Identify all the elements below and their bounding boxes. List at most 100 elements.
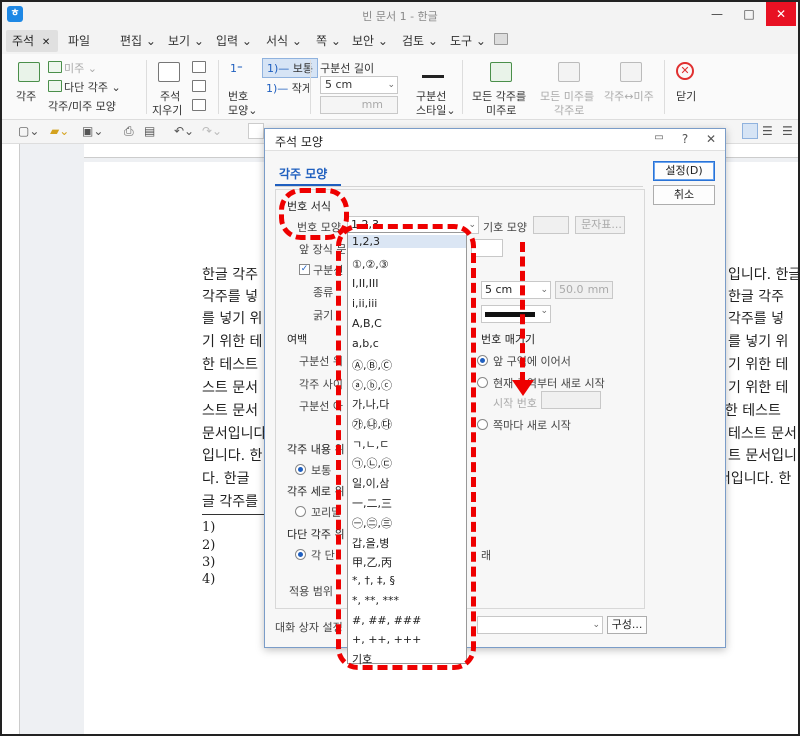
doc-line-4[interactable]: 기 위한 테 [202, 331, 262, 351]
comment-small-icon-3[interactable] [192, 99, 206, 111]
maximize-button[interactable]: □ [734, 2, 764, 26]
sep-style-bottom[interactable]: 스타일⌄ [416, 102, 456, 118]
length-mm-input[interactable]: 50.0 mm [555, 281, 613, 299]
tab-close-icon[interactable]: ✕ [42, 37, 50, 48]
doc-right-1[interactable]: 입니다. 한글 [728, 264, 798, 284]
style-box[interactable] [248, 123, 264, 139]
multi-each-column-radio[interactable] [295, 549, 306, 560]
new-doc-icon[interactable]: ▢⌄ [18, 124, 39, 138]
delete-comment-bottom[interactable]: 지우기 [152, 102, 182, 118]
close-ribbon-icon: ✕ [676, 62, 694, 80]
numbering-restart-page-label: 쪽마다 새로 시작 [493, 419, 571, 432]
doc-right-3[interactable]: 각주를 넣 [728, 308, 798, 328]
tab-annotation[interactable]: 주석 ✕ [6, 30, 58, 52]
save-icon[interactable]: ▣⌄ [82, 124, 103, 138]
footnote-1[interactable]: 1) [202, 520, 215, 535]
doc-line-9[interactable]: 입니다. 한 [202, 445, 262, 465]
comment-small-icon-1[interactable] [192, 61, 206, 73]
footnote-button[interactable]: 각주 [16, 88, 36, 104]
dialog-help-button[interactable]: ? [677, 132, 693, 146]
content-normal-label: 보통 [311, 464, 332, 477]
all-endnote-to-footnote-bottom[interactable]: 각주로 [554, 102, 584, 118]
doc-right-9[interactable]: 트 문서입니 [728, 445, 798, 465]
menu-insert[interactable]: 입력 ⌄ [216, 32, 252, 50]
doc-line-11[interactable]: 글 각주를 [202, 491, 258, 511]
chevron-down-icon: ⌄ [387, 80, 395, 90]
doc-line-6[interactable]: 스트 문서 [202, 377, 258, 397]
menu-view[interactable]: 보기 ⌄ [168, 32, 204, 50]
doc-line-3[interactable]: 를 넣기 위 [202, 308, 262, 328]
vertical-bottom-radio[interactable] [295, 506, 306, 517]
dialog-settings-icon[interactable]: ▭ [651, 132, 667, 143]
content-normal-radio[interactable] [295, 464, 306, 475]
doc-line-8[interactable]: 문서입니다 [202, 423, 266, 443]
note-shape-button[interactable]: 각주/미주 모양 [48, 98, 116, 114]
close-ribbon-button[interactable]: 닫기 [676, 88, 696, 104]
kind-label: 종류 [313, 286, 334, 299]
menu-edit[interactable]: 편집 ⌄ [120, 32, 156, 50]
doc-line-1[interactable]: 한글 각주 [202, 264, 258, 284]
align-justify-icon[interactable] [742, 123, 758, 139]
char-map-button[interactable]: 문자표... [575, 216, 625, 234]
minimize-button[interactable]: — [702, 2, 732, 26]
dialog-title-bar[interactable]: 주석 모양 ▭ ? ✕ [265, 129, 725, 151]
endnote-button[interactable]: 미주 ⌄ [64, 60, 97, 76]
menu-format[interactable]: 서식 ⌄ [266, 32, 302, 50]
undo-icon[interactable]: ↶⌄ [174, 124, 194, 138]
tab-footnote-shape[interactable]: 각주 모양 [279, 165, 327, 182]
doc-right-4[interactable]: 를 넣기 위 [728, 331, 798, 351]
symbol-shape-input[interactable] [533, 216, 569, 234]
compose-button[interactable]: 구성... [607, 616, 647, 634]
numbering-continue-radio[interactable] [477, 355, 488, 366]
multi-footnote-button[interactable]: 다단 각주 ⌄ [64, 79, 121, 95]
ok-button[interactable]: 설정(D) [653, 161, 715, 181]
size-small-button[interactable]: 1)— 작게 [266, 80, 312, 96]
menu-tools[interactable]: 도구 ⌄ [450, 32, 486, 50]
dialog-settings-select[interactable]: ⌄ [477, 616, 603, 634]
swap-notes-button[interactable]: 각주↔미주 [604, 88, 654, 104]
doc-right-5[interactable]: 기 위한 테 [728, 354, 798, 374]
delete-comment-icon [158, 62, 180, 82]
doc-line-10[interactable]: 다. 한글 [202, 468, 250, 488]
sep-length-mm-input[interactable]: mm [320, 96, 398, 114]
doc-right-8[interactable]: 테스트 문서 [728, 423, 798, 443]
align-center-icon[interactable]: ☰ [782, 124, 793, 138]
length-select[interactable]: 5 cm ⌄ [481, 281, 551, 299]
numbering-start-input[interactable] [541, 391, 601, 409]
print-preview-icon[interactable]: ▤ [144, 124, 155, 138]
vertical-ruler[interactable] [2, 144, 20, 734]
footnote-4[interactable]: 4) [202, 572, 215, 587]
numbering-restart-page-radio[interactable] [477, 419, 488, 430]
redo-icon[interactable]: ↷⌄ [202, 124, 222, 138]
number-shape-bottom[interactable]: 모양⌄ [228, 102, 257, 118]
doc-right-2[interactable]: 한글 각주 [728, 286, 798, 306]
chevron-down-icon: ⌄ [592, 620, 600, 630]
apply-range-label: 적용 범위 [289, 585, 333, 598]
thickness-select[interactable]: ⌄ [481, 305, 551, 323]
comment-small-icon-2[interactable] [192, 80, 206, 92]
footnote-3[interactable]: 3) [202, 555, 215, 570]
sep-length-select[interactable]: 5 cm ⌄ [320, 76, 398, 94]
separator-checkbox[interactable]: ✓ [299, 264, 310, 275]
numbering-restart-section-radio[interactable] [477, 377, 488, 388]
doc-line-2[interactable]: 각주를 넣 [202, 286, 258, 306]
numbering-start-label: 시작 번호 [493, 397, 537, 410]
footnote-2[interactable]: 2) [202, 538, 215, 553]
menu-file[interactable]: 파일 [68, 32, 90, 50]
close-window-button[interactable]: ✕ [766, 2, 796, 26]
doc-right-6[interactable]: 기 위한 테 [728, 377, 798, 397]
doc-line-5[interactable]: 한 테스트 [202, 354, 258, 374]
puzzle-icon[interactable] [494, 33, 508, 45]
align-left-icon[interactable]: ☰ [762, 124, 773, 138]
cancel-button[interactable]: 취소 [653, 185, 715, 205]
doc-line-7[interactable]: 스트 문서 [202, 400, 258, 420]
doc-right-10[interactable]: 서입니다. 한 [718, 468, 798, 488]
dialog-close-button[interactable]: ✕ [703, 132, 719, 146]
menu-security[interactable]: 보안 ⌄ [352, 32, 388, 50]
open-folder-icon[interactable]: ▰⌄ [50, 124, 69, 138]
menu-review[interactable]: 검토 ⌄ [402, 32, 438, 50]
size-normal-icon: 1)— [267, 62, 293, 75]
all-footnote-to-endnote-bottom[interactable]: 미주로 [486, 102, 516, 118]
menu-page[interactable]: 쪽 ⌄ [316, 32, 341, 50]
print-icon[interactable]: ⎙ [124, 124, 134, 139]
